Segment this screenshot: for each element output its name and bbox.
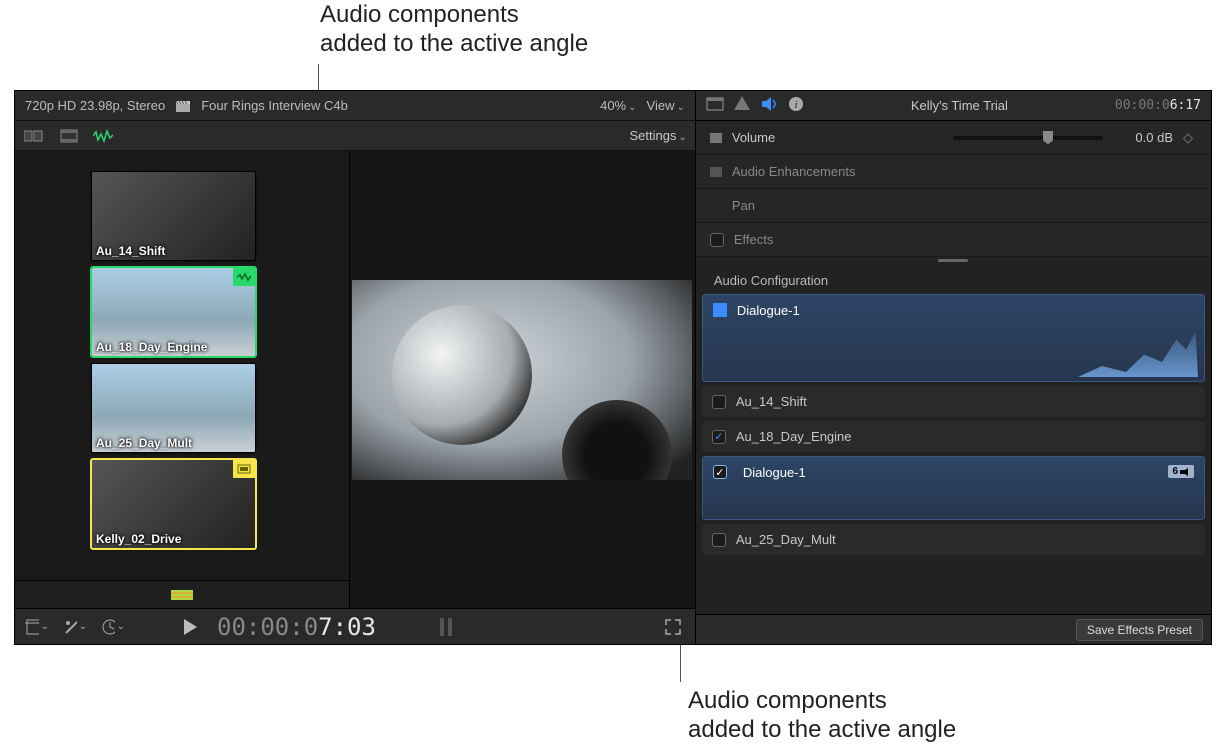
channel-badge[interactable]: 6 [1168,465,1194,478]
format-text: 720p HD 23.98p, Stereo [25,98,165,113]
effects-checkbox[interactable] [710,233,724,247]
effects-row[interactable]: Effects [696,223,1211,257]
video-audio-switch-icon[interactable] [23,128,47,144]
audio-active-badge-icon [233,268,255,286]
angle-bank-icon[interactable] [171,590,193,600]
angle-label: Kelly_02_Drive [96,532,181,546]
timecode-display[interactable]: 00:00:07:03 [217,613,376,641]
component-label: Au_14_Shift [736,394,807,409]
viewer-canvas[interactable] [350,151,695,608]
video-inspector-tab-icon[interactable] [706,97,724,114]
angle-footer [15,580,349,608]
play-button[interactable] [179,617,203,637]
inspector-panel: i Kelly's Time Trial 00:00:06:17 Volume … [696,91,1211,644]
viewer-header: 720p HD 23.98p, Stereo Four Rings Interv… [15,91,695,121]
callout-bottom: Audio components added to the active ang… [688,686,1068,745]
viewer-frame-image [352,280,692,480]
app-window: 720p HD 23.98p, Stereo Four Rings Interv… [14,90,1212,645]
enhance-tool-icon[interactable]: ⌄ [63,617,87,637]
viewer-panel: 720p HD 23.98p, Stereo Four Rings Interv… [15,91,696,644]
component-checkbox[interactable] [712,533,726,547]
volume-value: 0.0 dB [1113,130,1173,145]
config-component[interactable]: Au_25_Day_Mult [702,524,1205,555]
component-checkbox[interactable] [713,465,727,479]
viewer-column [350,151,695,608]
audio-config-header: Audio Configuration [696,263,1211,294]
waveform-icon[interactable] [91,128,115,144]
component-label: Au_25_Day_Mult [736,532,836,547]
inspector-footer: Save Effects Preset [696,614,1211,644]
volume-row: Volume 0.0 dB ◇ [696,121,1211,155]
component-checkbox[interactable] [712,395,726,409]
disclosure-icon[interactable] [710,133,722,143]
angle-label: Au_14_Shift [96,244,165,258]
effects-label: Effects [734,232,774,247]
settings-menu[interactable]: Settings⌄ [629,128,686,143]
config-component[interactable]: Au_18_Day_Engine [702,421,1205,452]
svg-text:i: i [794,99,797,111]
audio-enhancements-row[interactable]: Audio Enhancements [696,155,1211,189]
angle-thumb[interactable]: Kelly_02_Drive [91,459,256,549]
config-role[interactable]: Dialogue-1 [702,294,1205,382]
component-label: Au_18_Day_Engine [736,429,852,444]
angle-thumb[interactable]: Au_25_Day_Mult [91,363,256,453]
config-component[interactable]: Au_14_Shift [702,386,1205,417]
angle-label: Au_18_Day_Engine [96,340,207,354]
volume-slider[interactable] [953,136,1103,140]
audio-config-list: Dialogue-1 Au_14_Shift Au_18_Day_Engine … [696,294,1211,614]
save-effects-preset-button[interactable]: Save Effects Preset [1076,619,1203,641]
angle-viewer: Au_14_Shift Au_18_Day_Engine Au_25_Day_M… [15,151,350,608]
component-checkbox[interactable] [712,430,726,444]
angle-toolbar: Settings⌄ [15,121,695,151]
video-active-badge-icon [233,460,255,478]
waveform-thumb-icon [1078,327,1198,377]
clapper-icon[interactable] [175,98,191,114]
audio-meter-icon[interactable] [434,617,458,637]
view-menu[interactable]: View⌄ [647,98,685,113]
zoom-menu[interactable]: 40%⌄ [600,98,636,113]
angle-label: Au_25_Day_Mult [96,436,192,450]
pan-label: Pan [732,198,755,213]
fullscreen-icon[interactable] [661,617,685,637]
angle-thumb[interactable]: Au_18_Day_Engine [91,267,256,357]
clip-title: Four Rings Interview C4b [201,98,348,113]
audio-inspector-tab-icon[interactable] [760,96,778,115]
angle-thumb[interactable]: Au_14_Shift [91,171,256,261]
subcomponent-label: Dialogue-1 [737,465,806,480]
retime-tool-icon[interactable]: ⌄ [101,617,125,637]
crop-tool-icon[interactable]: ⌄ [25,617,49,637]
volume-label: Volume [732,130,775,145]
filmstrip-icon[interactable] [57,128,81,144]
callout-top: Audio components added to the active ang… [320,0,700,59]
audio-enhancements-label: Audio Enhancements [732,164,856,179]
info-inspector-tab-icon[interactable]: i [788,96,804,115]
inspector-timecode: 00:00:06:17 [1115,98,1201,113]
inspector-header: i Kelly's Time Trial 00:00:06:17 [696,91,1211,121]
pan-row[interactable]: Pan [696,189,1211,223]
config-subcomponent[interactable]: Dialogue-1 6 [702,456,1205,520]
transport-bar: ⌄ ⌄ ⌄ 00:00:07:03 [15,608,695,644]
config-role-label: Dialogue-1 [737,303,800,318]
keyframe-icon[interactable]: ◇ [1183,130,1197,146]
disclosure-icon[interactable] [710,167,722,177]
role-color-icon [713,303,727,317]
generator-inspector-tab-icon[interactable] [734,96,750,115]
inspector-clip-name: Kelly's Time Trial [911,98,1008,113]
